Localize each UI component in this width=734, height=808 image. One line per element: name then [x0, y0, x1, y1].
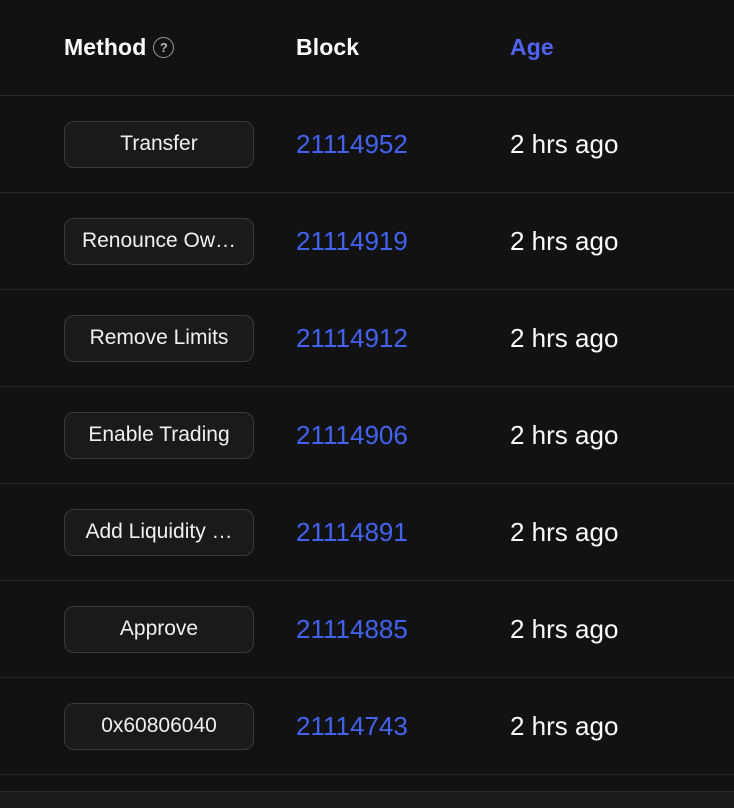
method-badge[interactable]: Renounce Ow…	[64, 217, 254, 265]
method-badge[interactable]: Approve	[64, 605, 254, 653]
block-link[interactable]: 21114885	[296, 614, 510, 645]
help-circle-icon[interactable]: ?	[153, 37, 175, 58]
method-header: Method ?	[64, 34, 296, 61]
method-header-label: Method	[64, 34, 147, 60]
table-row: 0x60806040 21114743 2 hrs ago	[0, 678, 734, 775]
block-link[interactable]: 21114919	[296, 226, 510, 257]
table-row: Approve 21114885 2 hrs ago	[0, 581, 734, 678]
table-row: Renounce Ow… 21114919 2 hrs ago	[0, 193, 734, 290]
method-badge[interactable]: Add Liquidity …	[64, 508, 254, 556]
age-value: 2 hrs ago	[510, 710, 619, 741]
block-link[interactable]: 21114952	[296, 129, 510, 160]
age-header-label: Age	[510, 34, 554, 60]
block-link[interactable]: 21114912	[296, 323, 510, 354]
method-badge[interactable]: Remove Limits	[64, 314, 254, 362]
age-value: 2 hrs ago	[510, 613, 619, 644]
age-value: 2 hrs ago	[510, 516, 619, 547]
header-cell-block[interactable]: Block	[296, 34, 510, 61]
block-link[interactable]: 21114891	[296, 517, 510, 548]
age-value: 2 hrs ago	[510, 225, 619, 256]
age-value: 2 hrs ago	[510, 419, 619, 450]
table-row: Transfer 21114952 2 hrs ago	[0, 96, 734, 193]
method-cell: Add Liquidity …	[0, 508, 296, 556]
transactions-table: Method ? Block Age Transfer 21114952 2 h…	[0, 0, 734, 808]
table-footer-strip	[0, 791, 734, 808]
age-value: 2 hrs ago	[510, 322, 619, 353]
table-row: Remove Limits 21114912 2 hrs ago	[0, 290, 734, 387]
table-row: Enable Trading 21114906 2 hrs ago	[0, 387, 734, 484]
method-cell: Remove Limits	[0, 314, 296, 362]
table-body: Transfer 21114952 2 hrs ago Renounce Ow……	[0, 96, 734, 791]
age-value: 2 hrs ago	[510, 128, 619, 159]
method-cell: Renounce Ow…	[0, 217, 296, 265]
table-row: Add Liquidity … 21114891 2 hrs ago	[0, 484, 734, 581]
header-cell-method: Method ?	[0, 34, 296, 61]
block-link[interactable]: 21114743	[296, 711, 510, 742]
header-cell-age[interactable]: Age	[510, 34, 734, 61]
block-header-label: Block	[296, 34, 360, 60]
table-header-row: Method ? Block Age	[0, 0, 734, 96]
method-cell: Enable Trading	[0, 411, 296, 459]
method-cell: Approve	[0, 605, 296, 653]
method-badge[interactable]: Transfer	[64, 120, 254, 168]
method-cell: 0x60806040	[0, 702, 296, 750]
method-badge[interactable]: 0x60806040	[64, 702, 254, 750]
block-link[interactable]: 21114906	[296, 420, 510, 451]
method-cell: Transfer	[0, 120, 296, 168]
method-badge[interactable]: Enable Trading	[64, 411, 254, 459]
